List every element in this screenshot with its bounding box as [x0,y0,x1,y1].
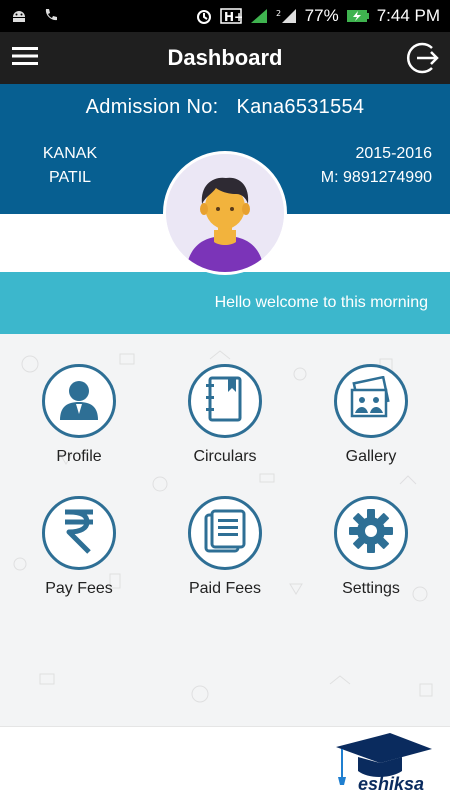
book-icon [202,374,248,429]
admission-row: Admission No: Kana6531554 [0,96,450,119]
admission-number: Kana6531554 [236,96,365,118]
gallery-icon-circle [334,364,408,438]
menu-item-profile[interactable]: Profile [19,364,139,466]
admission-label: Admission No: [85,96,219,118]
menu-item-circulars[interactable]: Circulars [165,364,285,466]
student-info: 2015-2016 M: 9891274990 [321,142,432,190]
circulars-icon-circle [188,364,262,438]
brand-name: eshiksa [357,774,424,794]
welcome-message: Hello welcome to this morning [214,294,428,311]
menu-item-pay-fees[interactable]: Pay Fees [19,496,139,598]
phone-icon [42,7,60,25]
session-year: 2015-2016 [355,145,432,162]
document-icon [202,507,248,560]
h-plus-icon: H+ [219,7,242,25]
menu-label-paid-fees: Paid Fees [188,580,262,597]
signal-2-icon: 2 [276,7,298,25]
signal-icon [249,7,269,25]
gallery-icon [346,375,396,427]
menu-item-settings[interactable]: Settings [311,496,431,598]
svg-text:2: 2 [276,9,281,18]
menu-button[interactable] [0,32,50,84]
menu-label-pay-fees: Pay Fees [45,580,113,597]
page-title: Dashboard [167,45,283,70]
first-name: KANAK [42,145,98,162]
hamburger-icon [12,46,38,71]
menu-label-settings: Settings [342,580,400,597]
avatar[interactable] [163,151,287,275]
menu-label-circulars: Circulars [193,448,257,465]
gear-icon [346,506,396,561]
battery-charging-icon [346,7,370,25]
footer: eshiksa [0,726,450,800]
rupee-icon [59,506,99,561]
logout-icon [404,42,442,81]
app-toolbar: Dashboard [0,32,450,84]
battery-percent: 77% [304,6,339,25]
pay-fees-icon-circle [42,496,116,570]
last-name: PATIL [48,169,92,186]
logout-button[interactable] [404,39,442,77]
profile-icon-circle [42,364,116,438]
dashboard-menu: Profile Circulars Gallery Pay Fees Paid … [0,334,450,726]
status-time: 7:44 PM [376,6,440,25]
welcome-banner: Hello welcome to this morning [0,272,450,334]
alarm-icon [195,7,213,25]
user-icon [54,374,104,429]
status-bar: H+ 2 77% 7:44 PM [0,0,450,32]
menu-item-gallery[interactable]: Gallery [311,364,431,466]
menu-label-profile: Profile [56,448,102,465]
paid-fees-icon-circle [188,496,262,570]
settings-icon-circle [334,496,408,570]
android-icon [10,7,28,25]
student-name: KANAK PATIL [30,142,110,190]
menu-label-gallery: Gallery [345,448,397,465]
mobile-number: M: 9891274990 [320,169,432,186]
menu-item-paid-fees[interactable]: Paid Fees [165,496,285,598]
svg-text:H+: H+ [224,10,242,24]
brand-logo: eshiksa [328,727,438,800]
